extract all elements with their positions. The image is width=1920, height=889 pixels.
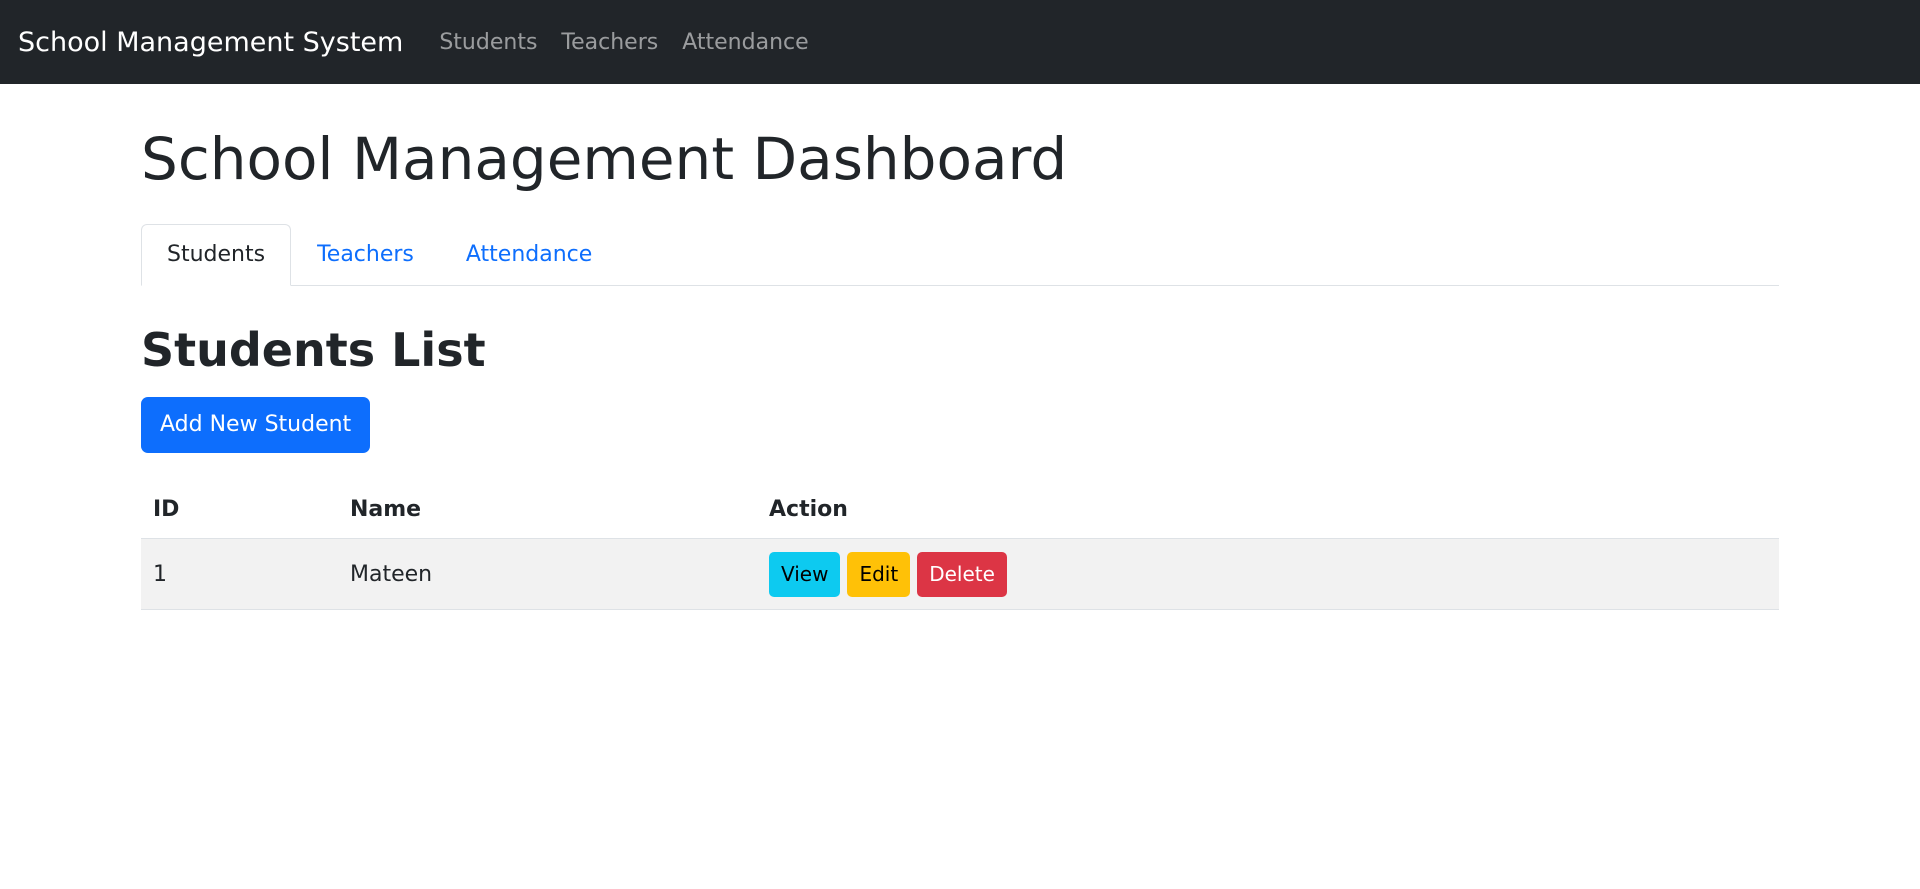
dashboard-tabs: Students Teachers Attendance [141,223,1779,286]
navbar-links: Students Teachers Attendance [439,30,808,55]
main-container: School Management Dashboard Students Tea… [141,84,1779,611]
delete-button[interactable]: Delete [917,551,1007,597]
tab-attendance[interactable]: Attendance [440,224,618,286]
students-table: ID Name Action 1 Mateen View Edit Delete [141,480,1779,611]
table-header-row: ID Name Action [141,480,1779,540]
edit-button[interactable]: Edit [847,551,911,597]
cell-student-name: Mateen [338,538,757,611]
navbar-brand[interactable]: School Management System [18,27,403,58]
view-button[interactable]: View [769,551,841,597]
table-row: 1 Mateen View Edit Delete [141,538,1779,611]
page-title: School Management Dashboard [141,125,1068,193]
row-actions: View Edit Delete [769,551,1767,597]
navbar-link-teachers[interactable]: Teachers [561,30,658,55]
column-header-id: ID [141,480,338,540]
top-navbar: School Management System Students Teache… [0,0,1920,84]
column-header-action: Action [757,480,1779,540]
cell-actions: View Edit Delete [757,538,1779,611]
column-header-name: Name [338,480,757,540]
cell-student-id: 1 [141,538,338,611]
navbar-link-students[interactable]: Students [439,30,537,55]
tab-teachers[interactable]: Teachers [291,224,440,286]
add-new-student-button[interactable]: Add New Student [141,396,371,453]
tab-students[interactable]: Students [141,223,292,286]
students-list-heading: Students List [141,322,486,377]
navbar-link-attendance[interactable]: Attendance [682,30,808,55]
